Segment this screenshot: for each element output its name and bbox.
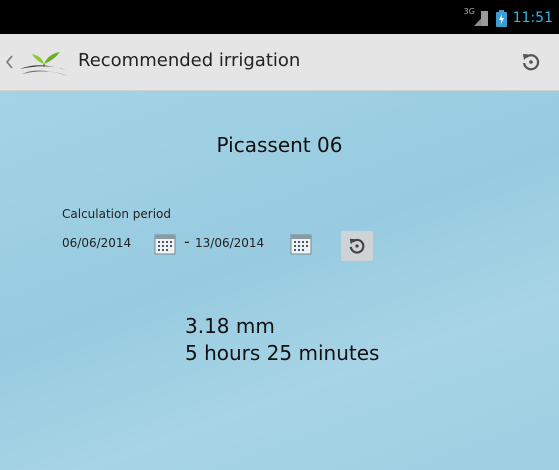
- result-duration: 5 hours 25 minutes: [185, 341, 380, 365]
- refresh-icon: [523, 54, 540, 71]
- result-amount: 3.18 mm: [185, 314, 275, 338]
- plot-name: Picassent 06: [216, 133, 343, 157]
- page-title: Recommended irrigation: [78, 50, 301, 71]
- status-icons: 3G 11:51: [463, 7, 553, 28]
- date-to[interactable]: 13/06/2014: [195, 236, 264, 250]
- date-separator: -: [184, 232, 190, 251]
- up-caret-icon[interactable]: [4, 54, 14, 70]
- signal-icon: 3G: [463, 7, 490, 27]
- action-bar: Recommended irrigation: [0, 34, 559, 91]
- period-label: Calculation period: [62, 207, 171, 221]
- recalculate-button[interactable]: [341, 231, 373, 261]
- calendar-from-icon[interactable]: [154, 233, 176, 255]
- battery-icon: [495, 9, 507, 27]
- refresh-icon: [349, 238, 365, 254]
- main-content: Picassent 06 Calculation period 06/06/20…: [0, 91, 559, 470]
- refresh-button[interactable]: [513, 44, 549, 80]
- status-time: 11:51: [512, 10, 553, 26]
- sprout-logo-icon[interactable]: [18, 48, 72, 78]
- network-label: 3G: [463, 7, 475, 16]
- calendar-to-icon[interactable]: [290, 233, 312, 255]
- status-bar: 3G 11:51: [0, 0, 559, 34]
- date-from[interactable]: 06/06/2014: [62, 236, 131, 250]
